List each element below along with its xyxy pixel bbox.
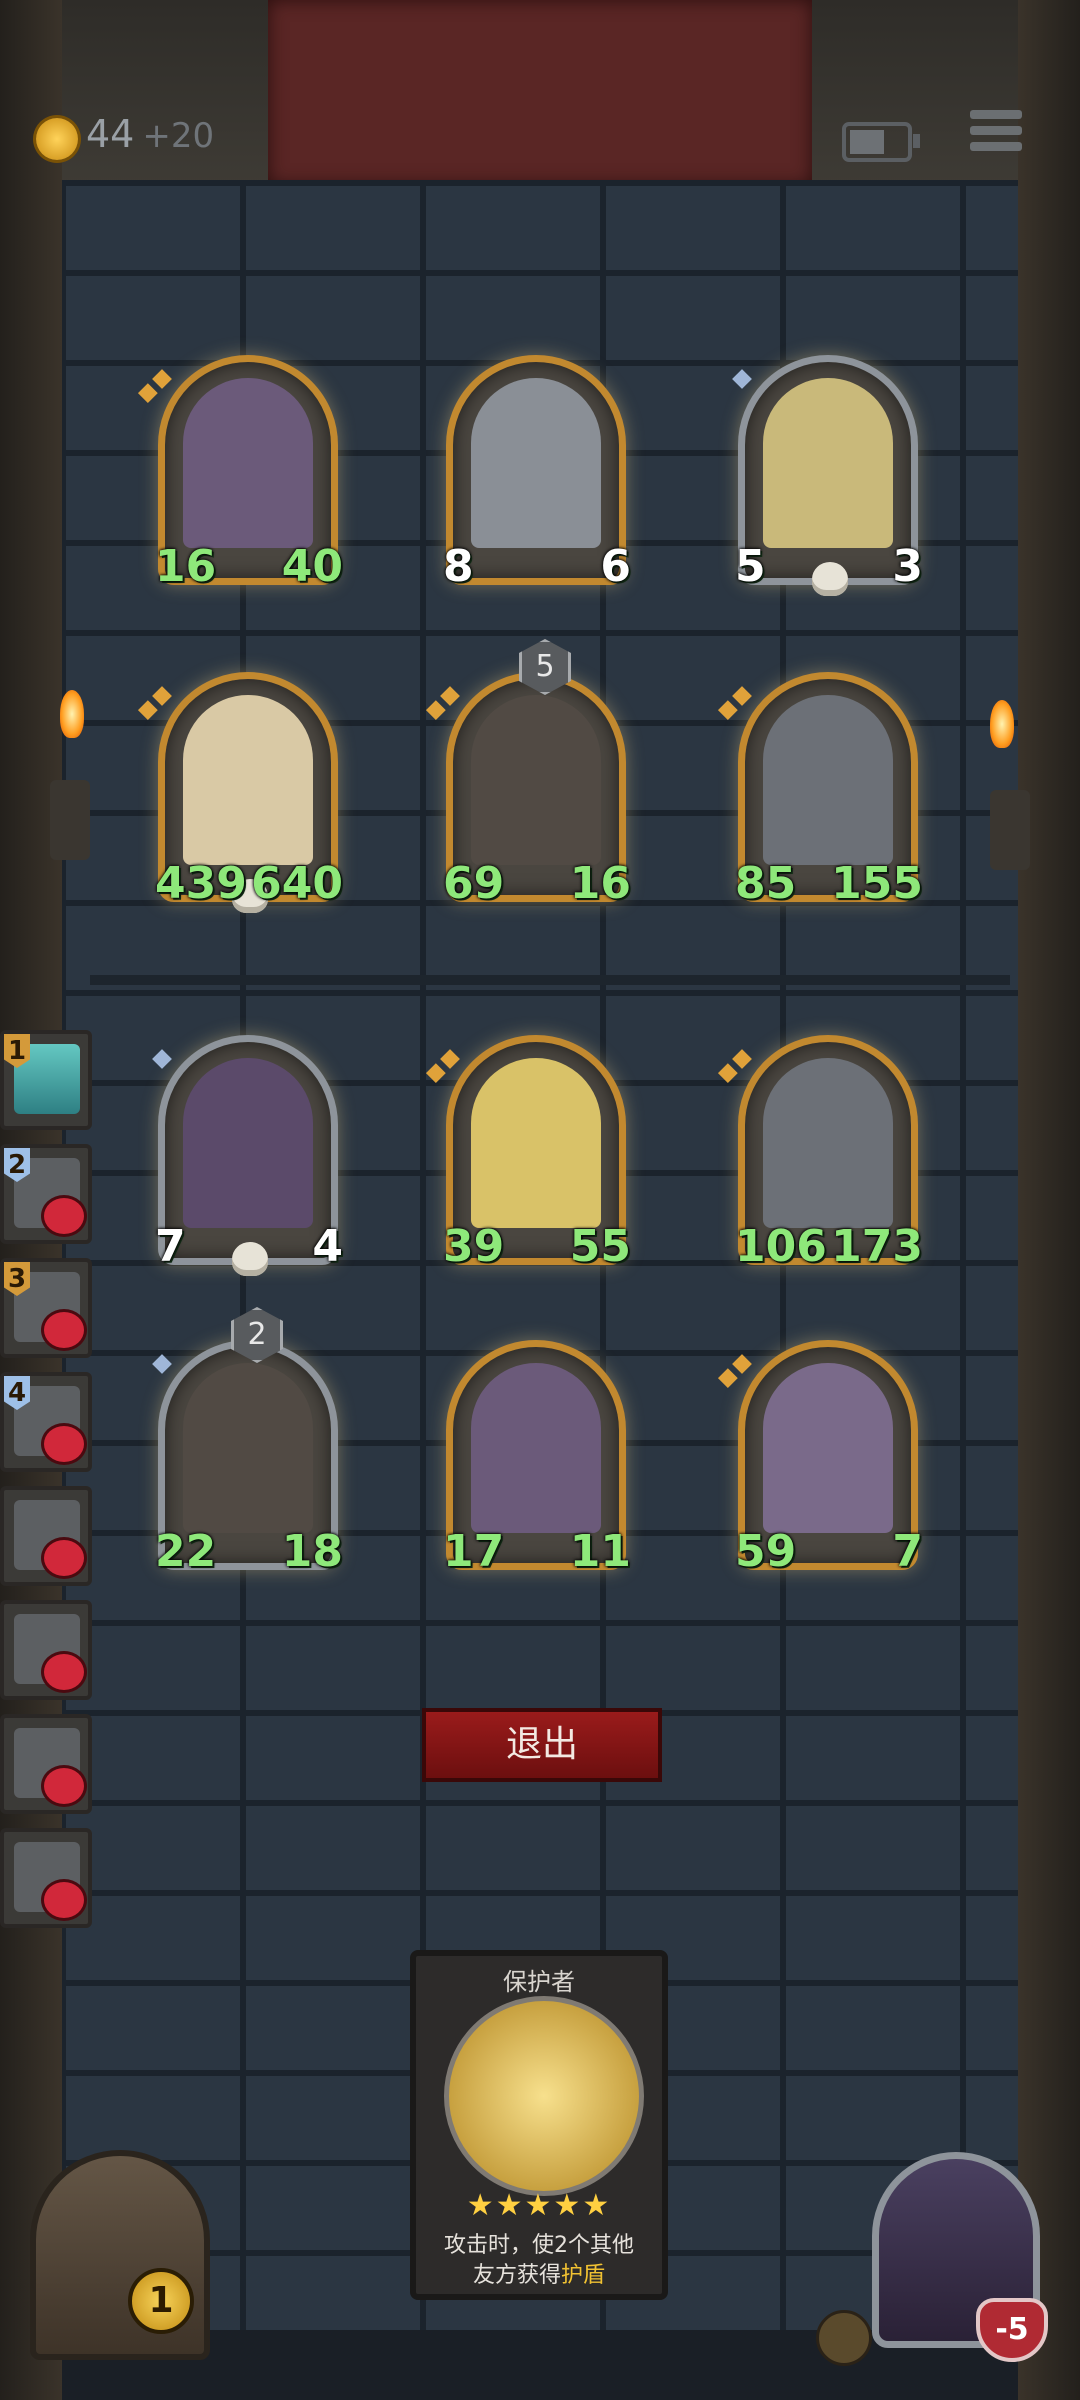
attack-stat: 16: [152, 541, 217, 601]
flame-icon: [60, 690, 84, 738]
roster-slot[interactable]: [0, 1486, 92, 1586]
red-skull-icon: [44, 1198, 84, 1234]
attack-stat: 7: [153, 1221, 211, 1281]
skull-icon: [232, 1242, 268, 1276]
health-stat: 6: [575, 541, 633, 601]
flame-icon: [990, 700, 1014, 748]
unit-card[interactable]: 439 640: [152, 672, 345, 918]
attack-stat: 106: [733, 1221, 827, 1281]
health-stat: 55: [569, 1221, 634, 1281]
board-divider: [90, 975, 1010, 985]
card-name: 保护者: [503, 1968, 575, 1996]
bell-icon[interactable]: [816, 2310, 872, 2366]
red-skull-icon: [44, 1654, 84, 1690]
unit-card[interactable]: 16 40: [152, 355, 346, 601]
card-stars: ★★★★★: [466, 2188, 612, 2223]
right-frame: [1018, 0, 1080, 2400]
card-description: 攻击时，使2个其他 友方获得护盾: [424, 2231, 654, 2291]
unit-portrait: [763, 695, 893, 865]
unit-card[interactable]: 5 69 16: [440, 639, 634, 918]
card-desc-line1: 攻击时，使2个其他: [444, 2233, 634, 2258]
health-stat: 3: [867, 541, 925, 601]
skull-icon: [812, 562, 848, 596]
health-stat: 16: [569, 858, 634, 918]
exit-button[interactable]: 退出: [422, 1708, 662, 1782]
unit-portrait: [471, 378, 601, 548]
torch-right: [990, 790, 1030, 870]
health-stat: 18: [281, 1526, 346, 1586]
unit-card[interactable]: 17 11: [440, 1340, 634, 1586]
gold-bonus: +20: [142, 116, 215, 156]
health-stat: 640: [251, 858, 345, 918]
roster-slot[interactable]: [0, 1828, 92, 1928]
chest-icon[interactable]: [30, 2150, 210, 2360]
card-desc-line2: 友方获得: [472, 2263, 561, 2288]
roster-slot[interactable]: [0, 1714, 92, 1814]
attack-stat: 85: [732, 858, 797, 918]
attack-stat: 39: [440, 1221, 505, 1281]
gold-counter: 44 +20: [86, 112, 214, 156]
unit-card[interactable]: 2 22 18: [152, 1307, 346, 1586]
unit-card[interactable]: 86: [441, 355, 633, 601]
unit-info-card: 保护者 ★★★★★ 攻击时，使2个其他 友方获得护盾: [410, 1950, 668, 2300]
red-skull-icon: [44, 1312, 84, 1348]
stage-curtain: [268, 0, 812, 185]
gold-amount: 44: [86, 112, 135, 156]
roster-slot[interactable]: 1: [0, 1030, 92, 1130]
health-stat: 155: [831, 858, 925, 918]
crown-coin-icon: [36, 118, 78, 160]
unit-portrait: [763, 378, 893, 548]
chest-count-badge: 1: [128, 2268, 194, 2334]
unit-portrait: [183, 1058, 313, 1228]
unit-portrait: [183, 378, 313, 548]
unit-portrait: [183, 1363, 313, 1533]
unit-portrait: [183, 695, 313, 865]
health-stat: 11: [569, 1526, 634, 1586]
unit-portrait: [763, 1058, 893, 1228]
health-stat: 173: [831, 1221, 925, 1281]
red-skull-icon: [44, 1540, 84, 1576]
attack-stat: 59: [732, 1526, 797, 1586]
health-stat: 7: [867, 1526, 925, 1586]
unit-portrait: [471, 1058, 601, 1228]
health-stat: 4: [287, 1221, 345, 1281]
attack-stat: 8: [441, 541, 499, 601]
unit-card[interactable]: 59 7: [732, 1340, 925, 1586]
unit-card[interactable]: 85 155: [732, 672, 925, 918]
torch-left: [50, 780, 90, 860]
card-keyword: 护盾: [561, 2263, 606, 2288]
attack-stat: 5: [733, 541, 791, 601]
roster-slot[interactable]: 4: [0, 1372, 92, 1472]
battery-icon: [842, 122, 920, 162]
unit-card[interactable]: 74: [152, 1035, 345, 1281]
roster-slot[interactable]: 2: [0, 1144, 92, 1244]
attack-stat: 17: [440, 1526, 505, 1586]
health-stat: 40: [281, 541, 346, 601]
attack-stat: 22: [152, 1526, 217, 1586]
unit-portrait: [763, 1363, 893, 1533]
card-portrait: [444, 1996, 644, 2196]
attack-stat: 439: [153, 858, 247, 918]
roster-slot[interactable]: [0, 1600, 92, 1700]
attack-stat: 69: [440, 858, 505, 918]
roster-slot[interactable]: 3: [0, 1258, 92, 1358]
red-skull-icon: [44, 1882, 84, 1918]
roster-column: 1 2 3 4: [0, 1030, 104, 1942]
red-skull-icon: [44, 1426, 84, 1462]
unit-portrait: [471, 695, 601, 865]
unit-portrait: [471, 1363, 601, 1533]
unit-card[interactable]: 106 173: [732, 1035, 925, 1281]
red-skull-icon: [44, 1768, 84, 1804]
unit-card[interactable]: 53: [732, 355, 925, 601]
unit-card[interactable]: 39 55: [440, 1035, 634, 1281]
hamburger-menu-icon[interactable]: [970, 110, 1022, 160]
